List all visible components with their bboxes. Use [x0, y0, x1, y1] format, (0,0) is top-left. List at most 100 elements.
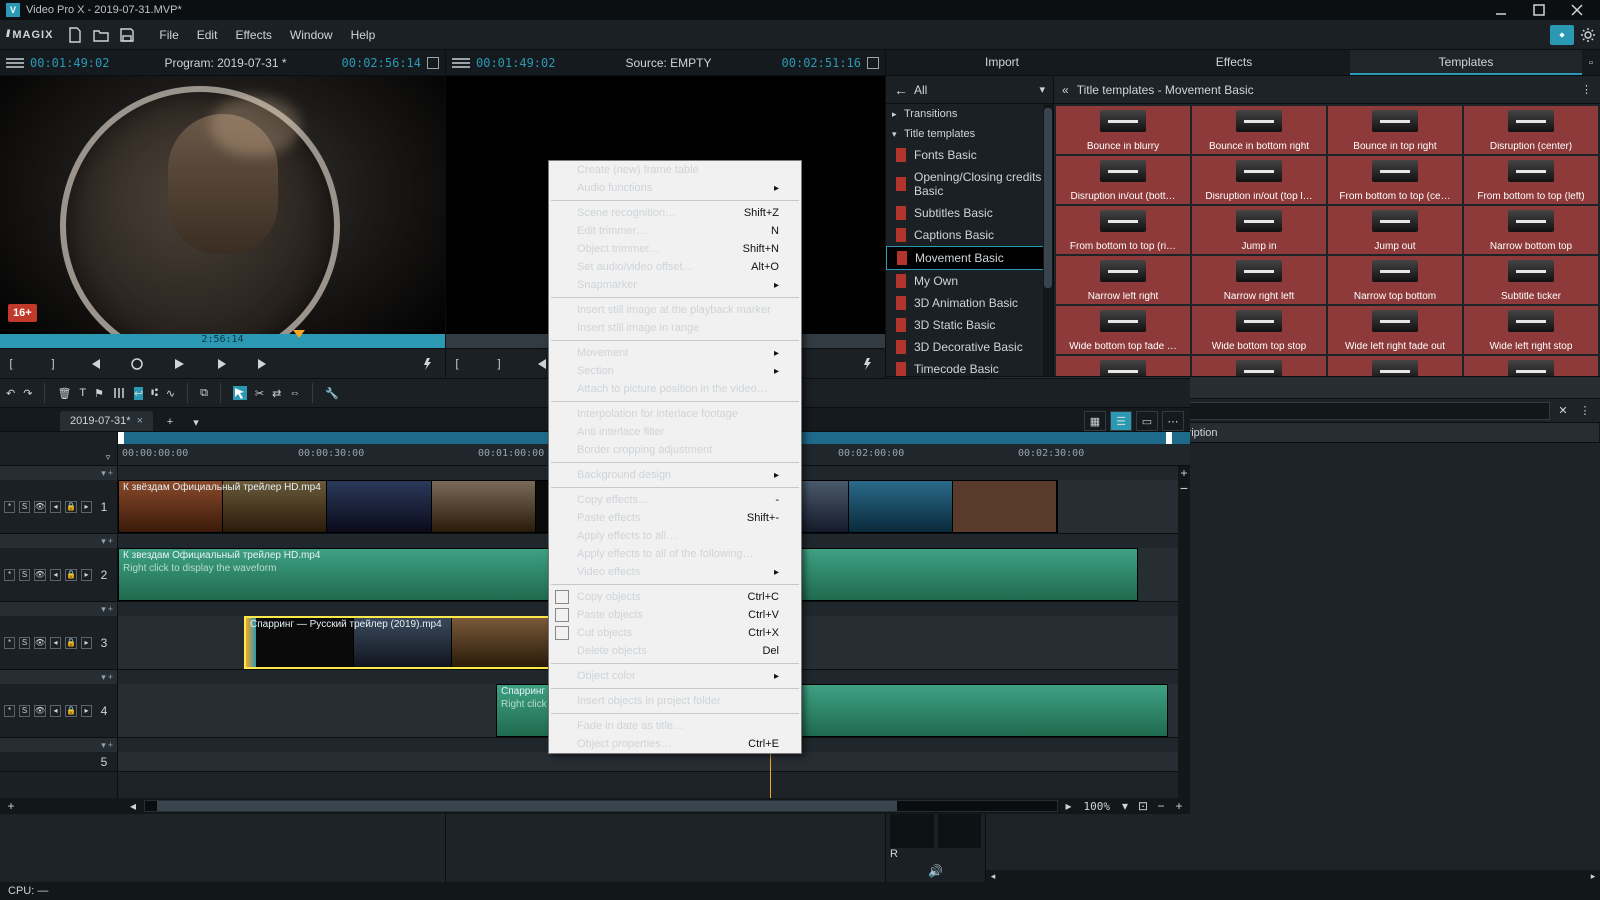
template-cell[interactable]: Bounce in bottom right: [1192, 106, 1326, 154]
new-file-icon[interactable]: [63, 23, 87, 47]
add-tab-icon[interactable]: +: [161, 413, 179, 431]
monitor-menu-icon[interactable]: [452, 54, 470, 72]
settings-icon[interactable]: [1576, 25, 1600, 45]
tab-menu-icon[interactable]: ▾: [187, 413, 205, 431]
hscroll-right-icon[interactable]: ▸: [1062, 799, 1076, 813]
context-menu-item[interactable]: Audio functions▸: [549, 179, 801, 197]
timeline-vscroll[interactable]: + −: [1178, 466, 1190, 798]
tree-item[interactable]: 3D Decorative Basic: [886, 336, 1053, 358]
program-scrub[interactable]: 2:56:14: [0, 334, 445, 348]
template-cell[interactable]: Narrow right left: [1192, 256, 1326, 304]
arrow-tool-icon[interactable]: [233, 386, 247, 400]
text-tool-icon[interactable]: T: [79, 387, 86, 399]
range-in-bracket[interactable]: [118, 432, 124, 444]
timeline-hscroll[interactable]: [144, 800, 1058, 812]
group-icon[interactable]: ⧉: [200, 387, 208, 400]
context-menu-item[interactable]: Video effects▸: [549, 563, 801, 581]
menu-effects[interactable]: Effects: [227, 24, 279, 46]
context-menu-item[interactable]: Paste objectsCtrl+V: [549, 606, 801, 624]
zoom-fit-icon[interactable]: ⊡: [1136, 799, 1150, 813]
tree-item[interactable]: 3D Animation Basic: [886, 292, 1053, 314]
tree-group-transitions[interactable]: ▸Transitions: [886, 104, 1053, 124]
redo-icon[interactable]: ↷: [23, 387, 32, 400]
template-cell[interactable]: From bottom to top (ri…: [1056, 206, 1190, 254]
play-icon[interactable]: [168, 353, 190, 375]
program-preview[interactable]: 16+: [0, 76, 445, 334]
marker-tool-icon[interactable]: ⚑: [94, 387, 104, 400]
zoom-out-icon[interactable]: −: [1154, 799, 1168, 813]
mark-in-icon[interactable]: [: [446, 353, 468, 375]
template-cell[interactable]: Wide left right fade out: [1328, 306, 1462, 354]
template-cell[interactable]: Narrow top bottom: [1328, 256, 1462, 304]
context-menu-item[interactable]: Scene recognition…Shift+Z: [549, 204, 801, 222]
tree-item[interactable]: Subtitles Basic: [886, 202, 1053, 224]
timeline-tab-active[interactable]: 2019-07-31*×: [60, 411, 153, 431]
source-tc-out[interactable]: 00:02:51:16: [782, 56, 861, 70]
restore-icon[interactable]: ▫: [1582, 50, 1600, 75]
tree-item[interactable]: Opening/Closing credits Basic: [886, 166, 1053, 202]
tree-item[interactable]: Timecode Basic: [886, 358, 1053, 380]
close-button[interactable]: [1560, 1, 1594, 19]
tree-item[interactable]: My Own: [886, 270, 1053, 292]
restore-icon[interactable]: [427, 57, 439, 69]
add-track-icon[interactable]: +: [4, 799, 18, 813]
track-head-3[interactable]: ▾+ *S👁◂🔒▸3: [0, 602, 117, 670]
tree-item[interactable]: Movement Basic: [886, 246, 1053, 270]
minimize-button[interactable]: [1484, 1, 1518, 19]
context-menu-item[interactable]: Attach to picture position in the video…: [549, 380, 801, 398]
context-menu-item[interactable]: Section▸: [549, 362, 801, 380]
hscroll-left-icon[interactable]: ◂: [126, 799, 140, 813]
view-list-icon[interactable]: ☰: [1110, 411, 1132, 431]
grid-back-icon[interactable]: «: [1062, 83, 1069, 97]
context-menu-item[interactable]: Edit trimmer…N: [549, 222, 801, 240]
context-menu-item[interactable]: Border cropping adjustment: [549, 441, 801, 459]
curve-icon[interactable]: ∿: [166, 387, 175, 400]
loop-icon[interactable]: [126, 353, 148, 375]
template-cell[interactable]: [1464, 356, 1598, 376]
save-file-icon[interactable]: [115, 23, 139, 47]
close-tab-icon[interactable]: ×: [137, 415, 143, 427]
mark-out-icon[interactable]: ]: [42, 353, 64, 375]
context-menu-item[interactable]: Apply effects to all of the following…: [549, 545, 801, 563]
template-cell[interactable]: [1056, 356, 1190, 376]
zoom-level[interactable]: 100%: [1080, 800, 1115, 813]
stretch-icon[interactable]: ⇔: [289, 387, 300, 399]
context-menu-item[interactable]: Apply effects to all…: [549, 527, 801, 545]
context-menu-item[interactable]: Delete objectsDel: [549, 642, 801, 660]
template-cell[interactable]: Wide left right stop: [1464, 306, 1598, 354]
context-menu-item[interactable]: Object properties…Ctrl+E: [549, 735, 801, 753]
template-cell[interactable]: Jump out: [1328, 206, 1462, 254]
play-range-icon[interactable]: [210, 353, 232, 375]
source-tc-in[interactable]: 00:01:49:02: [476, 56, 555, 70]
goto-end-icon[interactable]: [252, 353, 274, 375]
open-file-icon[interactable]: [89, 23, 113, 47]
context-menu-item[interactable]: Cut objectsCtrl+X: [549, 624, 801, 642]
context-menu-item[interactable]: Copy objectsCtrl+C: [549, 588, 801, 606]
undo-icon[interactable]: ↶: [6, 387, 15, 400]
grid-menu-icon[interactable]: ⋮: [1581, 83, 1592, 96]
template-cell[interactable]: Wide bottom top fade …: [1056, 306, 1190, 354]
menu-help[interactable]: Help: [343, 24, 384, 46]
back-icon[interactable]: ←: [894, 82, 908, 98]
slip-icon[interactable]: ⇄: [272, 387, 281, 400]
track-head-2[interactable]: ▾+ *S👁◂🔒▸2: [0, 534, 117, 602]
template-cell[interactable]: Disruption in/out (bott…: [1056, 156, 1190, 204]
ripple-mode-icon[interactable]: ↩: [134, 387, 143, 400]
col-desc[interactable]: Description: [1156, 423, 1600, 443]
tree-group-titles[interactable]: ▾Title templates: [886, 124, 1053, 144]
razor-icon[interactable]: ✂: [255, 387, 264, 400]
context-menu-item[interactable]: Fade in date as title…: [549, 717, 801, 735]
template-cell[interactable]: Disruption in/out (top l…: [1192, 156, 1326, 204]
context-menu-item[interactable]: Anti interlace filter: [549, 423, 801, 441]
clear-search-icon[interactable]: ✕: [1554, 402, 1572, 420]
restore-icon[interactable]: [867, 57, 879, 69]
context-menu-item[interactable]: Insert objects in project folder: [549, 692, 801, 710]
template-cell[interactable]: Narrow left right: [1056, 256, 1190, 304]
wrench-icon[interactable]: 🔧: [325, 387, 339, 400]
menu-window[interactable]: Window: [282, 24, 341, 46]
track-head-1[interactable]: ▾+ *S👁◂🔒▸ 1: [0, 466, 117, 534]
speaker-icon[interactable]: 🔊: [890, 864, 981, 878]
fullscreen-icon[interactable]: [857, 353, 879, 375]
template-cell[interactable]: From bottom to top (ce…: [1328, 156, 1462, 204]
maximize-button[interactable]: [1522, 1, 1556, 19]
